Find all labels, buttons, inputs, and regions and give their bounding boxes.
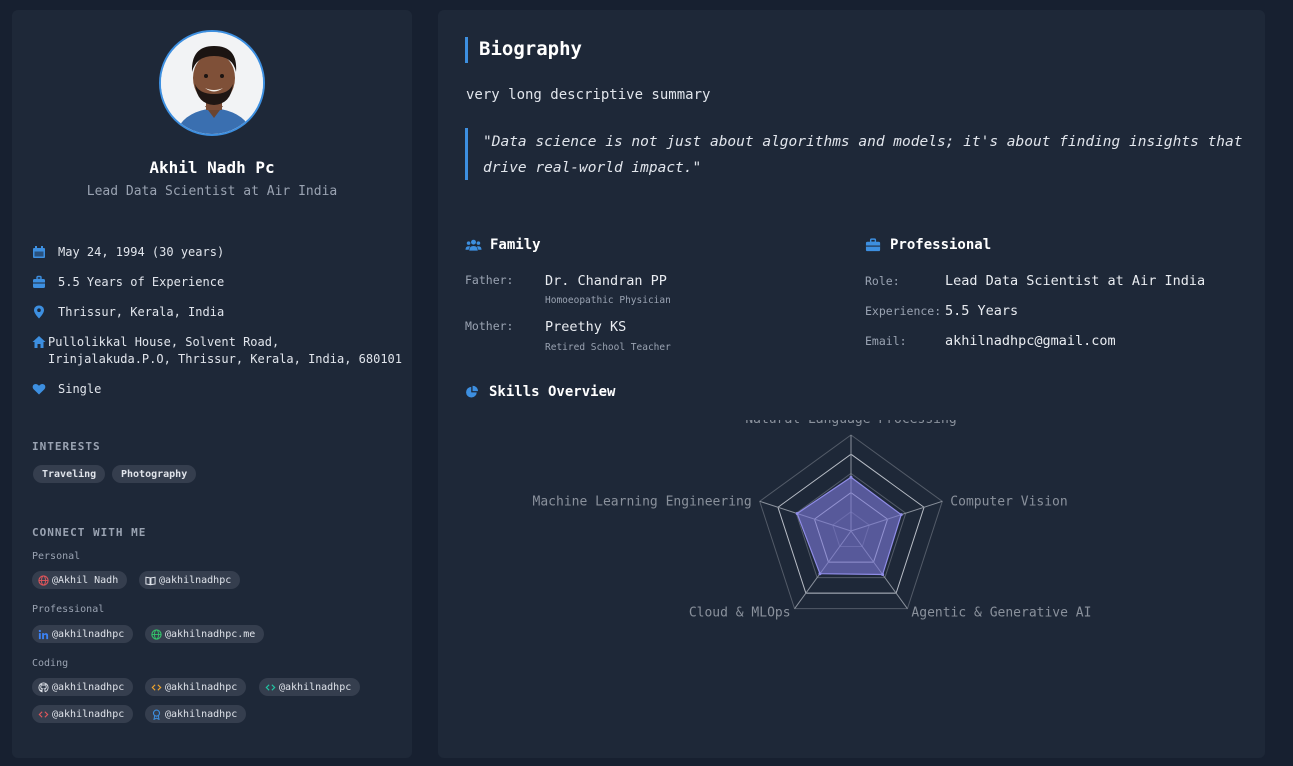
pie-chart-icon: [466, 385, 478, 398]
interest-chip: Photography: [112, 465, 197, 483]
biography-accent: [465, 37, 468, 63]
radar-axis-label: Machine Learning Engineering: [533, 494, 752, 509]
profile-photo: [161, 32, 263, 134]
award-icon: [152, 709, 161, 720]
location-row: Thrissur, Kerala, India: [32, 304, 224, 321]
biography-quote: "Data science is not just about algorith…: [483, 134, 1243, 176]
radar-axis-label: Cloud & MLOps: [689, 606, 791, 621]
professional-heading-text: Professional: [890, 237, 992, 253]
radar-point: [795, 511, 799, 515]
role-label: Role:: [865, 274, 900, 288]
briefcase-icon: [865, 238, 881, 252]
interest-chip: Traveling: [33, 465, 106, 483]
status-text: Single: [58, 382, 102, 396]
biography-summary: very long descriptive summary: [466, 87, 711, 103]
interests-heading: INTERESTS: [32, 440, 101, 453]
briefcase-icon: [33, 275, 45, 288]
link-text: @akhilnadhpc: [52, 628, 125, 640]
experience-row: 5.5 Years of Experience: [32, 274, 224, 291]
status-row: Single: [32, 381, 101, 398]
professional-link-linkedin[interactable]: @akhilnadhpc: [32, 625, 134, 643]
professional-link-website[interactable]: @akhilnadhpc.me: [145, 625, 265, 643]
github-icon: [38, 681, 49, 692]
address-line-1: Pullolikkal House, Solvent Road,: [48, 335, 280, 349]
profile-name: Akhil Nadh Pc: [149, 158, 275, 177]
skills-heading-text: Skills Overview: [489, 384, 616, 400]
coding-link-github[interactable]: @akhilnadhpc: [32, 678, 134, 696]
dob-row: May 24, 1994 (30 years): [32, 244, 224, 261]
email-value[interactable]: akhilnadhpc@gmail.com: [945, 333, 1116, 349]
mother-label: Mother:: [465, 319, 514, 333]
code-icon: [151, 683, 162, 691]
details-card: Biography very long descriptive summary …: [438, 10, 1265, 758]
radar-point: [899, 513, 903, 517]
link-text: @akhilnadhpc: [159, 574, 232, 586]
code-icon: [265, 683, 276, 691]
coding-link-code-3[interactable]: @akhilnadhpc: [32, 705, 134, 723]
radar-axis-label: Agentic & Generative AI: [911, 606, 1091, 621]
link-text: @Akhil Nadh: [52, 574, 119, 586]
map-pin-icon: [34, 305, 44, 319]
dob-text: May 24, 1994 (30 years): [58, 245, 225, 259]
address-row: Pullolikkal House, Solvent Road, Irinjal…: [32, 334, 402, 368]
globe-icon: [38, 574, 49, 586]
address-line-2: Irinjalakuda.P.O, Thrissur, Kerala, Indi…: [48, 352, 403, 366]
role-value: Lead Data Scientist at Air India: [945, 273, 1206, 289]
radar-point: [881, 572, 885, 576]
experience-label: Experience:: [865, 304, 942, 318]
professional-label: Professional: [32, 604, 105, 615]
link-text: @akhilnadhpc: [279, 681, 352, 693]
mother-name: Preethy KS: [545, 319, 627, 335]
coding-link-code-2[interactable]: @akhilnadhpc: [259, 678, 361, 696]
heart-icon: [32, 384, 46, 395]
biography-heading: Biography: [479, 38, 582, 60]
experience-text: 5.5 Years of Experience: [58, 275, 225, 289]
code-icon: [38, 710, 49, 718]
home-icon: [32, 336, 46, 348]
location-text: Thrissur, Kerala, India: [58, 305, 225, 319]
quote-accent: [465, 128, 468, 180]
link-text: @akhilnadhpc: [52, 708, 125, 720]
personal-label: Personal: [32, 551, 81, 562]
coding-label: Coding: [32, 658, 69, 669]
father-name: Dr. Chandran PP: [545, 273, 667, 289]
radar-series-area: [796, 476, 902, 576]
email-label: Email:: [865, 334, 907, 348]
calendar-icon: [33, 246, 45, 258]
globe-icon: [151, 628, 162, 640]
linkedin-icon: [38, 629, 49, 639]
profile-card: Akhil Nadh Pc Lead Data Scientist at Air…: [12, 10, 412, 758]
profile-title: Lead Data Scientist at Air India: [86, 184, 338, 199]
family-heading: Family: [465, 237, 541, 253]
avatar: [159, 30, 265, 136]
link-text: @akhilnadhpc.me: [165, 628, 256, 640]
father-note: Homoeopathic Physician: [545, 295, 671, 306]
experience-value: 5.5 Years: [945, 303, 1019, 319]
coding-link-code-1[interactable]: @akhilnadhpc: [145, 678, 247, 696]
radar-axis-label: Natural Language Processing: [745, 420, 956, 427]
connect-heading: CONNECT WITH ME: [32, 526, 147, 539]
users-icon: [465, 239, 482, 251]
family-heading-text: Family: [490, 237, 541, 253]
personal-link-blog[interactable]: @akhilnadhpc: [139, 571, 241, 589]
link-text: @akhilnadhpc: [165, 681, 238, 693]
father-label: Father:: [465, 273, 514, 287]
radar-axis-label: Computer Vision: [950, 494, 1067, 509]
address-text: Pullolikkal House, Solvent Road, Irinjal…: [48, 334, 402, 368]
professional-heading: Professional: [865, 237, 991, 253]
radar-point: [818, 572, 822, 576]
personal-link-website[interactable]: @Akhil Nadh: [32, 571, 128, 589]
skills-heading: Skills Overview: [465, 384, 615, 400]
link-text: @akhilnadhpc: [165, 708, 238, 720]
link-text: @akhilnadhpc: [52, 681, 125, 693]
book-icon: [145, 576, 156, 585]
mother-note: Retired School Teacher: [545, 342, 671, 353]
skills-radar-chart: Natural Language Processing Computer Visi…: [533, 420, 1092, 621]
radar-point: [849, 475, 853, 479]
coding-link-award[interactable]: @akhilnadhpc: [145, 705, 247, 723]
